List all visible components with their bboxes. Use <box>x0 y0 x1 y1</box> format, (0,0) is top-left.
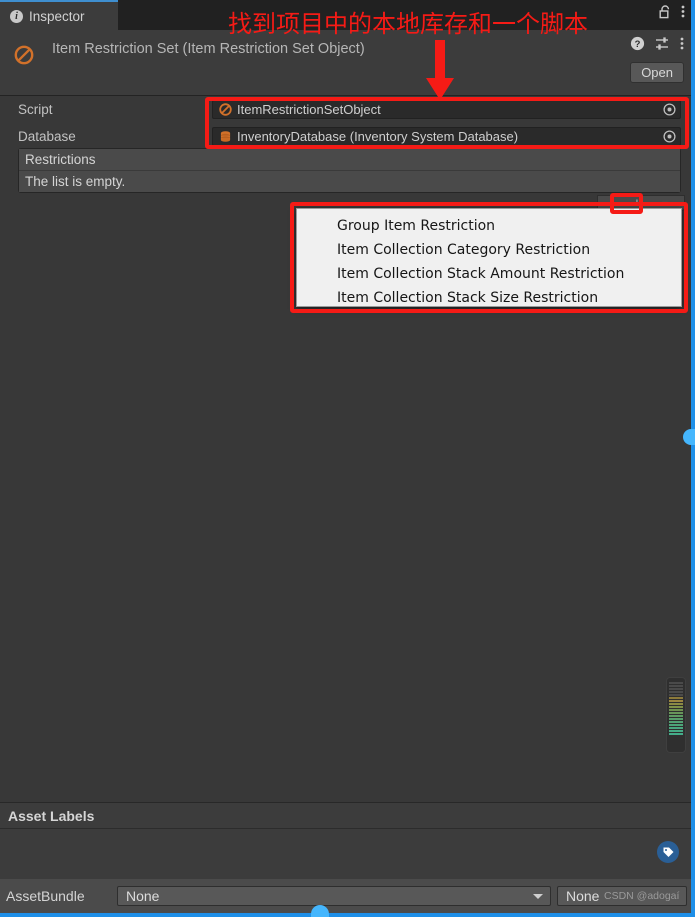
assetbundle-label: AssetBundle <box>6 888 85 904</box>
field-label-script: Script <box>18 102 53 117</box>
info-icon: i <box>10 9 23 23</box>
assetbundle-bar: AssetBundle None None CSDN @adogaí <box>0 879 691 913</box>
restrictions-list: Restrictions The list is empty. <box>18 148 681 193</box>
restrictions-list-empty: The list is empty. <box>19 170 680 192</box>
assetbundle-variant-value: None <box>566 888 600 904</box>
chevron-down-icon <box>533 894 543 899</box>
window-border-bottom <box>0 913 695 917</box>
tag-icon[interactable] <box>657 841 679 863</box>
svg-text:?: ? <box>635 39 641 50</box>
watermark: CSDN @adogaí <box>604 890 680 902</box>
object-field-script-value: ItemRestrictionSetObject <box>237 102 381 117</box>
object-field-database[interactable]: InventoryDatabase (Inventory System Data… <box>212 126 681 146</box>
dropdown-item-group-item-restriction[interactable]: Group Item Restriction <box>297 214 681 238</box>
tab-inspector-label: Inspector <box>29 8 85 24</box>
restriction-type-dropdown[interactable]: Group Item Restriction Item Collection C… <box>296 208 682 307</box>
open-button[interactable]: Open <box>630 62 684 83</box>
profiler-mini-gauge[interactable] <box>666 677 686 753</box>
script-prohibited-icon <box>219 103 232 116</box>
inspector-header: Item Restriction Set (Item Restriction S… <box>0 30 691 96</box>
dropdown-item-item-collection-category-restriction[interactable]: Item Collection Category Restriction <box>297 238 681 262</box>
inspector-body: Script ItemRestrictionSetObject Database… <box>0 96 691 193</box>
window-border-right <box>691 0 695 917</box>
assetbundle-dropdown[interactable]: None <box>117 886 551 906</box>
asset-labels-zone[interactable] <box>0 828 691 879</box>
field-row-database: Database InventoryDatabase (Inventory Sy… <box>0 123 691 149</box>
kebab-menu-icon[interactable] <box>681 4 685 24</box>
window-resize-handle-right[interactable] <box>683 429 695 445</box>
database-icon <box>219 130 232 143</box>
dropdown-item-item-collection-stack-size-restriction[interactable]: Item Collection Stack Size Restriction <box>297 286 681 310</box>
field-label-database: Database <box>18 128 76 144</box>
field-row-script: Script ItemRestrictionSetObject <box>0 96 691 123</box>
asset-labels-title: Asset Labels <box>8 807 95 824</box>
tab-inspector[interactable]: i Inspector <box>0 0 118 30</box>
assetbundle-value: None <box>126 888 160 904</box>
preset-settings-icon[interactable] <box>655 36 670 56</box>
kebab-menu-icon[interactable] <box>680 36 684 56</box>
help-icon[interactable]: ? <box>630 36 645 56</box>
dropdown-item-item-collection-stack-amount-restriction[interactable]: Item Collection Stack Amount Restriction <box>297 262 681 286</box>
object-field-database-value: InventoryDatabase (Inventory System Data… <box>237 128 519 144</box>
inspector-window: i Inspector Item Restriction Set (Item R… <box>0 0 695 917</box>
asset-labels-bar: Asset Labels <box>0 802 691 828</box>
unlocked-padlock-icon[interactable] <box>659 4 672 24</box>
object-picker-icon[interactable] <box>663 129 676 143</box>
prohibited-sign-icon <box>13 44 35 66</box>
restrictions-list-header[interactable]: Restrictions <box>19 149 680 170</box>
down-arrow-annotation <box>424 40 456 107</box>
object-picker-icon[interactable] <box>663 103 676 116</box>
window-resize-handle-bottom[interactable] <box>311 905 329 917</box>
annotation-note: 找到项目中的本地库存和一个脚本 <box>228 10 588 38</box>
page-title: Item Restriction Set (Item Restriction S… <box>52 41 365 57</box>
